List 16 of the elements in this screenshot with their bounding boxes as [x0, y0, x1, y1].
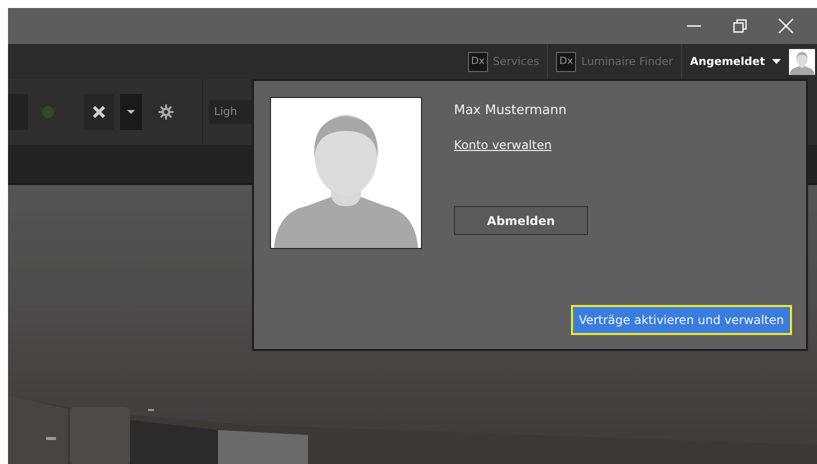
delete-button[interactable] [84, 94, 114, 130]
user-name: Max Mustermann [454, 103, 567, 118]
input-field[interactable]: Ligh [209, 100, 254, 124]
caret-icon [127, 110, 135, 114]
account-link[interactable]: Konto verwalten [454, 138, 552, 152]
logout-button[interactable]: Abmelden [454, 206, 588, 235]
dx-logo-icon: Dx [556, 52, 576, 72]
account-menu-button[interactable]: Angemeldet [682, 44, 789, 79]
caret-icon [772, 59, 781, 64]
restore-icon[interactable] [732, 18, 748, 34]
close-icon[interactable] [778, 18, 794, 34]
contracts-button[interactable]: Verträge aktivieren und verwalten [570, 305, 792, 335]
close-icon [91, 104, 107, 120]
settings-icon[interactable] [158, 104, 174, 120]
dropdown-button[interactable] [120, 94, 142, 130]
dx-logo-icon: Dx [468, 52, 488, 72]
